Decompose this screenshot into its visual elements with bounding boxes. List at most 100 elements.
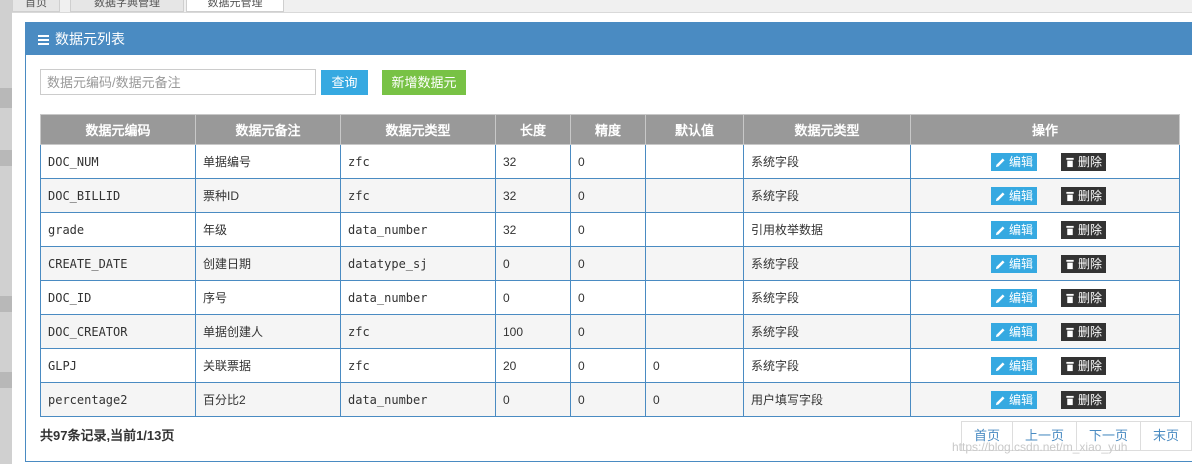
delete-label: 删除 <box>1078 154 1103 169</box>
tab-home[interactable]: 首页 <box>12 0 60 12</box>
delete-button[interactable]: 删除 <box>1061 186 1107 205</box>
cell-category: 系统字段 <box>743 246 911 281</box>
trash-icon <box>1065 325 1078 339</box>
pencil-icon <box>995 291 1009 305</box>
query-button[interactable]: 查询 <box>321 70 368 95</box>
edit-button[interactable]: 编辑 <box>990 390 1037 409</box>
delete-button[interactable]: 删除 <box>1061 390 1107 409</box>
delete-button[interactable]: 删除 <box>1061 220 1107 239</box>
cell-default <box>645 144 744 179</box>
edit-label: 编辑 <box>1008 188 1033 203</box>
add-data-element-button[interactable]: 新增数据元 <box>382 70 466 95</box>
edit-button[interactable]: 编辑 <box>990 220 1037 239</box>
tab-data-element[interactable]: 数据元管理 <box>186 0 284 12</box>
delete-button[interactable]: 删除 <box>1061 152 1107 171</box>
cell-type: zfc <box>340 348 496 383</box>
cell-remark: 票种ID <box>195 178 341 213</box>
cell-remark: 单据创建人 <box>195 314 341 349</box>
cell-code: percentage2 <box>40 382 196 417</box>
cell-length: 0 <box>495 280 571 315</box>
cell-length: 32 <box>495 178 571 213</box>
column-header-type[interactable]: 数据元类型 <box>340 114 496 145</box>
cell-precision: 0 <box>570 280 646 315</box>
edit-button[interactable]: 编辑 <box>990 356 1037 375</box>
edit-label: 编辑 <box>1008 392 1033 407</box>
cell-default: 0 <box>645 348 744 383</box>
search-input[interactable] <box>40 69 316 95</box>
delete-button[interactable]: 删除 <box>1061 288 1107 307</box>
edit-button[interactable]: 编辑 <box>990 322 1037 341</box>
cell-type: data_number <box>340 212 496 247</box>
cell-category: 用户填写字段 <box>743 382 911 417</box>
tab-dictionary[interactable]: 数据字典管理 <box>70 0 184 12</box>
edit-button[interactable]: 编辑 <box>990 186 1037 205</box>
panel-title: 数据元列表 <box>55 31 125 47</box>
cell-type: data_number <box>340 382 496 417</box>
column-header-default[interactable]: 默认值 <box>645 114 744 145</box>
trash-icon <box>1065 189 1078 203</box>
delete-button[interactable]: 删除 <box>1061 254 1107 273</box>
column-header-remark[interactable]: 数据元备注 <box>195 114 341 145</box>
column-header-length[interactable]: 长度 <box>495 114 571 145</box>
pencil-icon <box>995 155 1009 169</box>
column-header-category[interactable]: 数据元类型 <box>743 114 911 145</box>
watermark: https://blog.csdn.net/m_xiao_yuh <box>952 440 1128 454</box>
menu-icon <box>38 33 49 47</box>
cell-actions: 编辑 删除 <box>910 212 1180 247</box>
cell-precision: 0 <box>570 348 646 383</box>
table-row: DOC_ID 序号 data_number 0 0 系统字段 编辑 删除 <box>40 280 1180 315</box>
pencil-icon <box>995 393 1009 407</box>
cell-category: 引用枚举数据 <box>743 212 911 247</box>
cell-remark: 创建日期 <box>195 246 341 281</box>
panel-header: 数据元列表 <box>26 23 1192 55</box>
cell-length: 32 <box>495 144 571 179</box>
delete-label: 删除 <box>1078 290 1103 305</box>
cell-default: 0 <box>645 382 744 417</box>
table-row: GLPJ 关联票据 zfc 20 0 0 系统字段 编辑 删除 <box>40 348 1180 383</box>
cell-type: data_number <box>340 280 496 315</box>
delete-label: 删除 <box>1078 392 1103 407</box>
cell-remark: 年级 <box>195 212 341 247</box>
table-row: CREATE_DATE 创建日期 datatype_sj 0 0 系统字段 编辑 删除 <box>40 246 1180 281</box>
data-element-panel: 数据元列表 查询 新增数据元 数据元编码 数据元备注 数据元类型 长度 精度 默… <box>25 22 1192 462</box>
cell-remark: 单据编号 <box>195 144 341 179</box>
delete-button[interactable]: 删除 <box>1061 322 1107 341</box>
column-header-precision[interactable]: 精度 <box>570 114 646 145</box>
edit-label: 编辑 <box>1008 154 1033 169</box>
delete-label: 删除 <box>1078 256 1103 271</box>
cell-remark: 百分比2 <box>195 382 341 417</box>
cell-actions: 编辑 删除 <box>910 382 1180 417</box>
delete-button[interactable]: 删除 <box>1061 356 1107 375</box>
cell-length: 20 <box>495 348 571 383</box>
pencil-icon <box>995 257 1009 271</box>
cell-actions: 编辑 删除 <box>910 314 1180 349</box>
cell-type: zfc <box>340 144 496 179</box>
cell-precision: 0 <box>570 144 646 179</box>
delete-label: 删除 <box>1078 358 1103 373</box>
cell-remark: 序号 <box>195 280 341 315</box>
column-header-code[interactable]: 数据元编码 <box>40 114 196 145</box>
edit-button[interactable]: 编辑 <box>990 152 1037 171</box>
pencil-icon <box>995 359 1009 373</box>
edit-button[interactable]: 编辑 <box>990 254 1037 273</box>
cell-category: 系统字段 <box>743 144 911 179</box>
table-header-row: 数据元编码 数据元备注 数据元类型 长度 精度 默认值 数据元类型 操作 <box>40 114 1180 145</box>
cell-category: 系统字段 <box>743 348 911 383</box>
cell-actions: 编辑 删除 <box>910 348 1180 383</box>
left-sidebar-strip <box>0 0 12 464</box>
edit-button[interactable]: 编辑 <box>990 288 1037 307</box>
edit-label: 编辑 <box>1008 256 1033 271</box>
trash-icon <box>1065 223 1078 237</box>
delete-label: 删除 <box>1078 188 1103 203</box>
last-page-button[interactable]: 末页 <box>1140 422 1192 450</box>
cell-default <box>645 212 744 247</box>
trash-icon <box>1065 393 1078 407</box>
cell-default <box>645 246 744 281</box>
cell-code: DOC_ID <box>40 280 196 315</box>
cell-code: GLPJ <box>40 348 196 383</box>
cell-default <box>645 314 744 349</box>
edit-label: 编辑 <box>1008 222 1033 237</box>
trash-icon <box>1065 359 1078 373</box>
cell-type: zfc <box>340 314 496 349</box>
cell-type: datatype_sj <box>340 246 496 281</box>
